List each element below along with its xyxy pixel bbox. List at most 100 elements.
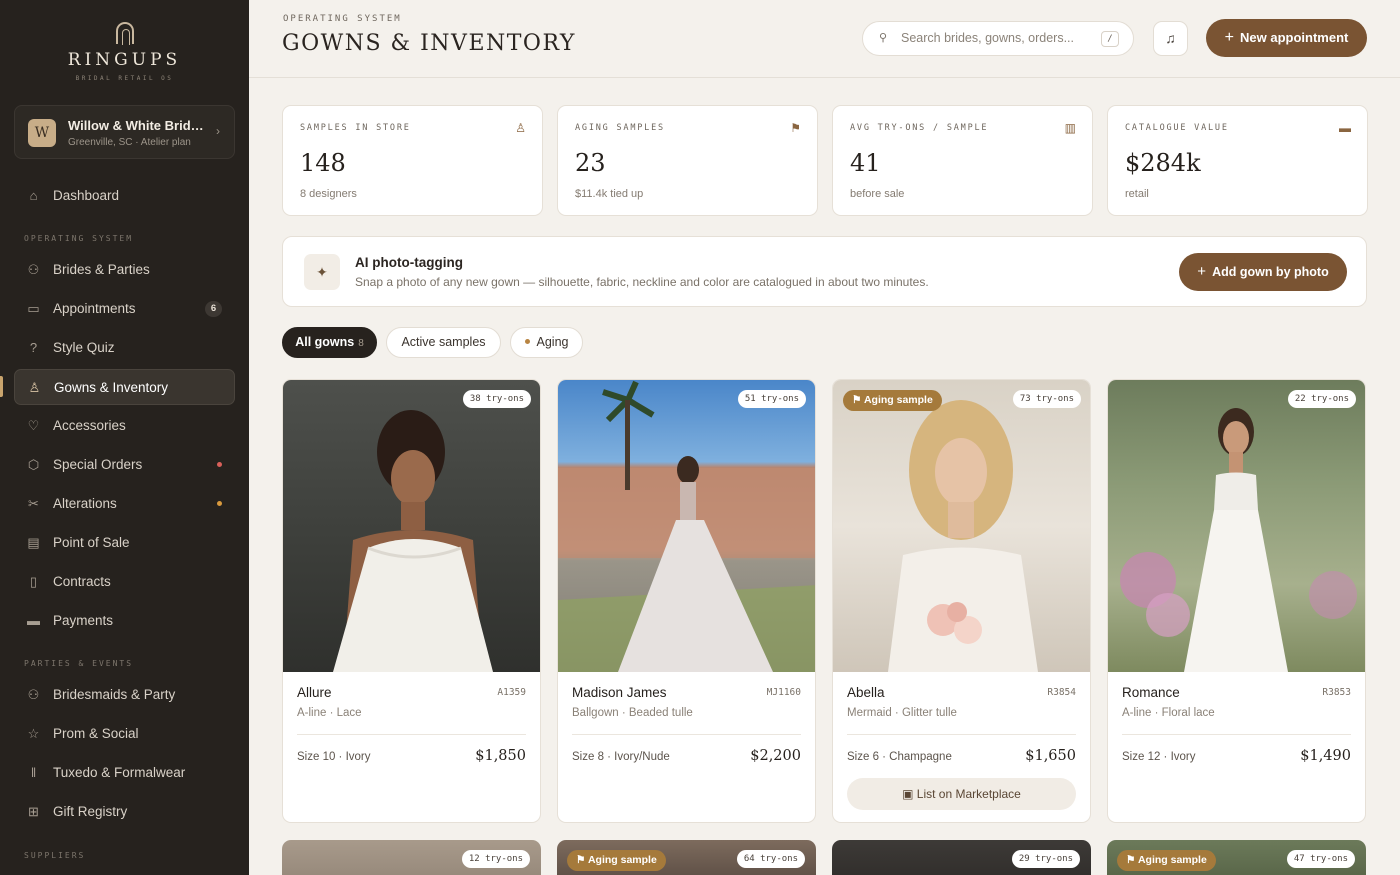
nav-special-orders[interactable]: ⬡ Special Orders <box>14 447 235 483</box>
list-on-marketplace-button[interactable]: ▣ List on Marketplace <box>847 778 1076 810</box>
gown-card[interactable]: 12 try-ons <box>282 840 541 875</box>
register-icon: ▤ <box>27 535 40 550</box>
chip-label: Aging <box>536 335 569 349</box>
bride-silhouette <box>333 410 493 672</box>
nav-dashboard[interactable]: ⌂ Dashboard <box>14 178 235 214</box>
star-icon: ☆ <box>27 726 40 741</box>
calendar-icon: ▭ <box>27 301 40 316</box>
badge-label: Aging sample <box>1137 854 1207 866</box>
badge-label: Aging sample <box>587 854 657 866</box>
search-input[interactable] <box>901 31 1081 45</box>
gown-photo: 51 try-ons <box>558 380 815 672</box>
nav-section-operating-system: OPERATING SYSTEM <box>24 234 134 243</box>
stat-label: AVG TRY-ONS / SAMPLE <box>850 123 989 133</box>
nav-label: Brides & Parties <box>53 262 150 277</box>
scissors-icon: ✂ <box>28 496 39 511</box>
stat-label: AGING SAMPLES <box>575 123 665 133</box>
ai-banner-title: AI photo-tagging <box>355 255 463 270</box>
stat-value: $284k <box>1125 149 1201 177</box>
nav-accessories[interactable]: ♡ Accessories <box>14 408 235 444</box>
sparkle-icon: ✦ <box>304 254 340 290</box>
add-gown-by-photo-button[interactable]: + Add gown by photo <box>1179 253 1347 291</box>
appointments-count-badge: 6 <box>205 301 222 317</box>
gown-price: $1,850 <box>475 748 526 764</box>
brand-logo[interactable]: RINGUPS BRIDAL RETAIL OS <box>0 22 249 82</box>
bride-silhouette <box>1120 408 1357 672</box>
filter-all-gowns[interactable]: All gowns 8 <box>282 327 377 358</box>
shop-meta: Greenville, SC · Atelier plan <box>68 137 191 148</box>
box-icon: ⬡ <box>27 457 40 472</box>
stat-card-aging-samples: AGING SAMPLES ⚑ 23 $11.4k tied up <box>557 105 818 216</box>
gown-cut: Mermaid · Glitter tulle <box>847 707 957 719</box>
stat-sub: $11.4k tied up <box>575 188 644 200</box>
gown-card[interactable]: 22 try-ons Romance R3853 A-line · Floral… <box>1107 379 1366 823</box>
shop-name: Willow & White Bridal... <box>68 118 208 133</box>
special-orders-alert-dot <box>217 462 222 467</box>
nav-label: Gowns & Inventory <box>54 380 169 395</box>
nav-tuxedo-formalwear[interactable]: ǁ Tuxedo & Formalwear <box>14 755 235 791</box>
nav-section-suppliers: SUPPLIERS <box>24 851 86 860</box>
stat-card-samples-in-store: SAMPLES IN STORE ♙ 148 8 designers <box>282 105 543 216</box>
tryons-badge: 73 try-ons <box>1012 390 1081 408</box>
nav-payments[interactable]: ▬ Payments <box>14 603 235 639</box>
hanger-icon: ♙ <box>515 121 526 135</box>
gown-size: Size 6 · Champagne <box>847 751 952 763</box>
notifications-button[interactable]: ♫ <box>1153 21 1188 56</box>
gown-sku: R3854 <box>1047 687 1076 698</box>
tryons-badge: 22 try-ons <box>1287 390 1356 408</box>
gown-card[interactable]: 51 try-ons Madison James MJ1160 Ballgown… <box>557 379 816 823</box>
new-appointment-button[interactable]: + New appointment <box>1206 19 1367 57</box>
gift-icon: ⊞ <box>28 804 39 819</box>
flag-icon: ⚑ <box>1126 854 1138 866</box>
gown-price: $2,200 <box>750 748 801 764</box>
help-circle-icon: ? <box>29 340 38 355</box>
shop-switcher[interactable]: W Willow & White Bridal... Greenville, S… <box>14 105 235 159</box>
users-icon: ⚇ <box>27 687 40 702</box>
bride-silhouette <box>888 400 1038 672</box>
button-label: New appointment <box>1240 30 1349 45</box>
nav-brides-parties[interactable]: ⚇ Brides & Parties <box>14 252 235 288</box>
search-bar[interactable]: ⚲ / <box>862 21 1134 56</box>
nav-point-of-sale[interactable]: ▤ Point of Sale <box>14 525 235 561</box>
gown-card[interactable]: ⚑ Aging sample 64 try-ons <box>557 840 816 875</box>
nav-label: Style Quiz <box>53 340 115 355</box>
nav-appointments[interactable]: ▭ Appointments 6 <box>14 291 235 327</box>
filter-aging[interactable]: Aging <box>510 327 583 358</box>
nav-gowns-inventory[interactable]: ♙ Gowns & Inventory <box>14 369 235 405</box>
gown-card[interactable]: 38 try-ons Allure A1359 A-line · Lace Si… <box>282 379 541 823</box>
nav-style-quiz[interactable]: ? Style Quiz <box>14 330 235 366</box>
gown-name: Romance <box>1122 685 1180 700</box>
chevron-right-icon: › <box>216 124 220 138</box>
chip-label: Active samples <box>401 335 486 349</box>
bride-silhouette <box>558 380 815 672</box>
filter-active-samples[interactable]: Active samples <box>386 327 501 358</box>
nav-label: Bridesmaids & Party <box>53 687 176 702</box>
nav-gift-registry[interactable]: ⊞ Gift Registry <box>14 794 235 830</box>
gown-size: Size 10 · Ivory <box>297 751 371 763</box>
brand-name: RINGUPS <box>67 50 182 70</box>
gown-cut: A-line · Lace <box>297 707 362 719</box>
nav-alterations[interactable]: ✂ Alterations <box>14 486 235 522</box>
page-title: GOWNS & INVENTORY <box>282 31 576 56</box>
storefront-icon: ▣ <box>902 787 917 801</box>
flag-icon: ⚑ <box>852 394 864 406</box>
nav-contracts[interactable]: ▯ Contracts <box>14 564 235 600</box>
aging-dot-icon <box>524 339 530 345</box>
search-shortcut-key: / <box>1101 31 1119 47</box>
chip-count: 8 <box>358 338 364 349</box>
credit-card-icon: ▬ <box>27 613 40 628</box>
gown-name: Allure <box>297 685 332 700</box>
gown-card[interactable]: ⚑ Aging sample 73 try-ons Abella R3854 M… <box>832 379 1091 823</box>
gown-name: Madison James <box>572 685 667 700</box>
brand-tagline: BRIDAL RETAIL OS <box>75 75 174 82</box>
gown-price: $1,650 <box>1025 748 1076 764</box>
active-indicator <box>0 376 3 397</box>
nav-label: Payments <box>53 613 114 628</box>
gown-card[interactable]: ⚑ Aging sample 47 try-ons <box>1107 840 1366 875</box>
gown-card[interactable]: 29 try-ons <box>832 840 1091 875</box>
tryons-badge: 51 try-ons <box>737 390 806 408</box>
nav-prom-social[interactable]: ☆ Prom & Social <box>14 716 235 752</box>
badge-label: Aging sample <box>863 394 933 406</box>
gown-photo: 22 try-ons <box>1108 380 1365 672</box>
nav-bridesmaids-party[interactable]: ⚇ Bridesmaids & Party <box>14 677 235 713</box>
